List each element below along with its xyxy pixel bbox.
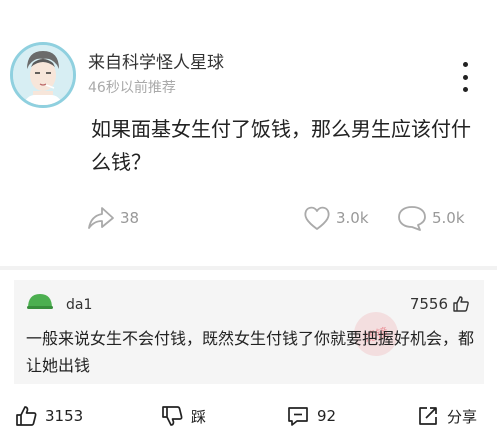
upvote-count: 3153 [45,407,84,425]
dislike-label: 踩 [191,407,207,426]
thumbs-up-icon [453,296,469,312]
comment-text: 一般来说女生不会付钱，既然女生付钱了你就要把握好机会，都让她出钱 [26,329,475,375]
like-action[interactable]: 3.0k [302,200,369,236]
reply-button[interactable]: 92 [286,398,336,434]
commenter-avatar[interactable] [26,292,54,310]
post-header: 来自科学怪人星球 46秒以前推荐 [10,40,487,108]
dot-icon [462,62,468,67]
share-label: 分享 [447,407,478,426]
share-count: 38 [120,209,140,227]
comment-bubble-icon [398,206,426,231]
reply-count: 92 [317,407,337,425]
heart-icon [304,206,330,230]
comment-square-icon [288,407,308,426]
footer-action-bar: 3153 踩 92 分享 [0,398,497,434]
author-name[interactable]: 来自科学怪人星球 [88,48,224,73]
section-divider [0,266,497,270]
comment-count: 5.0k [432,209,465,227]
share-action[interactable]: 38 [86,200,139,236]
comment-like-button[interactable]: 7556 [410,295,470,313]
dot-icon [462,87,468,92]
share-out-icon [419,407,437,425]
dislike-button[interactable]: 踩 [160,398,206,434]
upvote-button[interactable]: 3153 [14,398,83,434]
question-text[interactable]: 如果面基女生付了饭钱，那么男生应该付什么钱？ [91,113,481,179]
thumbs-up-icon [16,406,37,426]
more-options-button[interactable] [456,60,474,94]
thumbs-down-icon [162,406,183,426]
like-count: 3.0k [336,209,369,227]
author-avatar[interactable] [10,42,76,108]
share-button[interactable]: 分享 [416,398,477,434]
commenter-name[interactable]: da1 [66,297,92,313]
post-time: 46秒以前推荐 [88,80,176,96]
green-helmet-icon [27,294,53,309]
dot-icon [462,74,468,80]
comment-like-count: 7556 [409,295,448,313]
comment-action[interactable]: 5.0k [396,200,465,236]
post-action-bar: 38 3.0k 5.0k [0,200,497,236]
hot-comment[interactable]: da1 7556 滤镜 一般来说女生不会付钱，既然女生付钱了你就要把握好机会，都… [14,280,484,384]
share-arrow-icon [88,207,114,229]
